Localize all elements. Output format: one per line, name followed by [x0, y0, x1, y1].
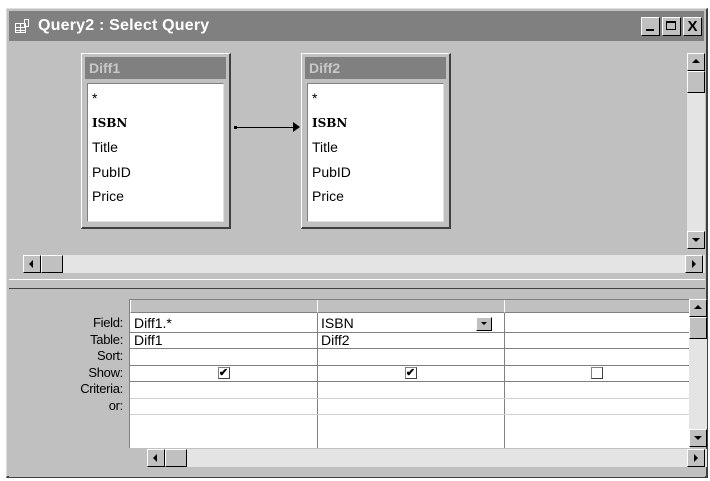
join-arrow-icon [293, 122, 300, 132]
field-item[interactable]: PubID [312, 160, 439, 185]
row-label-or: or: [108, 397, 124, 413]
table-cell[interactable]: Diff2 [317, 332, 504, 349]
title-bar[interactable]: Query2 : Select Query X [9, 11, 704, 41]
sort-cell[interactable] [317, 349, 504, 366]
row-label-criteria: Criteria: [80, 381, 123, 396]
sort-cell[interactable] [130, 349, 317, 366]
join-line[interactable] [235, 127, 294, 128]
field-item[interactable]: PubID [92, 160, 219, 185]
scroll-thumb[interactable] [165, 449, 187, 467]
scroll-down-icon[interactable] [689, 429, 707, 447]
or-cell[interactable] [317, 399, 504, 415]
field-item[interactable]: Title [312, 135, 439, 160]
field-cell[interactable]: Diff1.* [130, 316, 317, 333]
field-list-diff1[interactable]: * ISBN Title PubID Price [87, 83, 224, 222]
show-cell[interactable]: ✔ [317, 366, 504, 382]
sort-cell[interactable] [504, 349, 690, 366]
scroll-right-icon[interactable] [685, 255, 703, 273]
lower-vertical-scrollbar[interactable] [689, 299, 707, 447]
column-selector[interactable] [317, 300, 504, 313]
table-box-diff2[interactable]: Diff2 * ISBN Title PubID Price [301, 53, 451, 229]
or-cell[interactable] [130, 399, 317, 415]
criteria-cell[interactable] [504, 382, 690, 399]
grid-column-1[interactable]: Diff1.* Diff1 ✔ [130, 300, 318, 448]
scroll-thumb[interactable] [41, 255, 63, 273]
row-label-sort: Sort: [97, 348, 123, 363]
show-checkbox[interactable]: ✔ [404, 366, 417, 379]
scroll-left-icon[interactable] [147, 449, 165, 467]
show-cell[interactable] [504, 366, 690, 382]
row-labels: Field: Table: Sort: Show: Criteria: or: [9, 315, 127, 414]
grid-column-2[interactable]: ISBN Diff2 ✔ [317, 300, 505, 448]
field-item[interactable]: * [312, 86, 439, 111]
row-label-table: Table: [90, 331, 123, 347]
show-checkbox[interactable] [591, 366, 603, 379]
row-label-show: Show: [88, 364, 123, 380]
window-title: Query2 : Select Query [38, 17, 210, 34]
scroll-up-icon[interactable] [689, 299, 707, 317]
chevron-down-icon[interactable] [476, 317, 492, 331]
query-design-grid[interactable]: Diff1.* Diff1 ✔ ISBN Diff2 ✔ [129, 299, 690, 448]
field-item[interactable]: * [92, 86, 219, 111]
field-cell-value: ISBN [321, 315, 354, 331]
maximize-button[interactable] [662, 16, 681, 36]
field-item-key[interactable]: ISBN [312, 111, 439, 136]
query-icon [14, 18, 32, 34]
criteria-cell[interactable] [317, 382, 504, 399]
show-cell[interactable]: ✔ [130, 366, 317, 382]
minimize-button[interactable] [641, 16, 660, 36]
close-button[interactable]: X [683, 16, 702, 36]
field-list-diff2[interactable]: * ISBN Title PubID Price [307, 83, 444, 222]
table-title-diff1[interactable]: Diff1 [85, 57, 226, 79]
pane-splitter[interactable] [9, 279, 705, 289]
table-pane[interactable]: Diff1 * ISBN Title PubID Price Diff2 * I… [9, 43, 705, 279]
field-cell[interactable]: ISBN [317, 316, 504, 333]
row-label-field: Field: [93, 315, 123, 330]
scroll-up-icon[interactable] [687, 53, 705, 71]
scroll-thumb[interactable] [689, 317, 707, 339]
field-item[interactable]: Price [312, 184, 439, 209]
criteria-cell[interactable] [130, 382, 317, 399]
scroll-down-icon[interactable] [687, 231, 705, 249]
upper-horizontal-scrollbar[interactable] [23, 255, 705, 273]
upper-vertical-scrollbar[interactable] [687, 53, 705, 249]
scroll-thumb[interactable] [687, 71, 705, 93]
table-title-diff2[interactable]: Diff2 [305, 57, 446, 79]
column-selector[interactable] [504, 300, 690, 313]
field-item[interactable]: Price [92, 184, 219, 209]
lower-horizontal-scrollbar[interactable] [147, 449, 707, 467]
scroll-left-icon[interactable] [23, 255, 41, 273]
table-cell[interactable]: Diff1 [130, 332, 317, 349]
field-cell[interactable] [504, 316, 690, 333]
scroll-right-icon[interactable] [687, 449, 705, 467]
grid-column-3[interactable] [504, 300, 690, 448]
query-window: Query2 : Select Query X Diff1 * ISBN Tit… [6, 8, 708, 478]
field-item-key[interactable]: ISBN [92, 111, 219, 136]
show-checkbox[interactable]: ✔ [217, 366, 230, 379]
table-cell[interactable] [504, 333, 690, 349]
field-item[interactable]: Title [92, 135, 219, 160]
or-cell[interactable] [504, 399, 690, 415]
table-box-diff1[interactable]: Diff1 * ISBN Title PubID Price [81, 53, 231, 229]
column-selector[interactable] [130, 300, 317, 313]
design-grid-pane[interactable]: Field: Table: Sort: Show: Criteria: or: … [9, 291, 707, 477]
